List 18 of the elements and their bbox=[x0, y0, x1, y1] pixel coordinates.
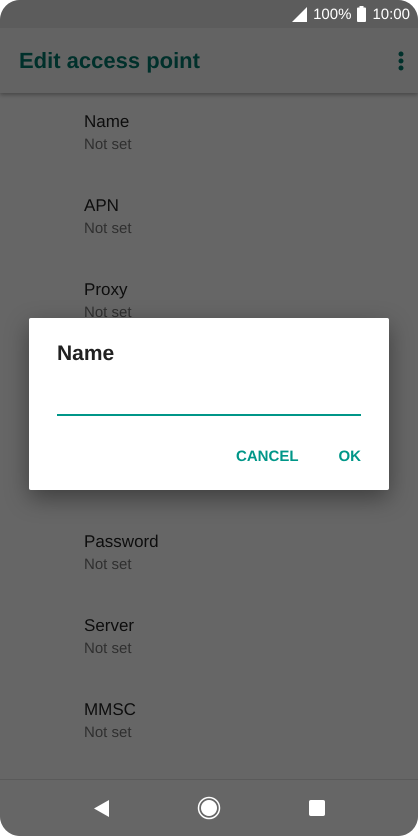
dialog-button[interactable]: OK bbox=[326, 440, 373, 473]
setting-title[interactable]: Proxy bbox=[84, 279, 418, 301]
back-icon bbox=[94, 800, 108, 816]
more-options-icon[interactable] bbox=[398, 50, 404, 70]
signal-icon bbox=[292, 6, 308, 22]
setting-title[interactable]: Name bbox=[84, 111, 418, 133]
clock: 10:00 bbox=[372, 6, 410, 22]
battery-percentage: 100% bbox=[313, 6, 352, 22]
dialog-title: Name bbox=[57, 342, 114, 366]
setting-title[interactable]: MMSC bbox=[84, 699, 418, 721]
setting-title[interactable]: Password bbox=[84, 531, 418, 553]
dialog-button[interactable]: CANCEL bbox=[224, 440, 310, 473]
home-icon bbox=[197, 796, 221, 820]
setting-title[interactable]: Server bbox=[84, 615, 418, 637]
screen-title: Edit access point bbox=[19, 48, 200, 74]
setting-title[interactable]: APN bbox=[84, 195, 418, 217]
recents-icon bbox=[309, 800, 325, 816]
battery-icon bbox=[357, 6, 366, 22]
